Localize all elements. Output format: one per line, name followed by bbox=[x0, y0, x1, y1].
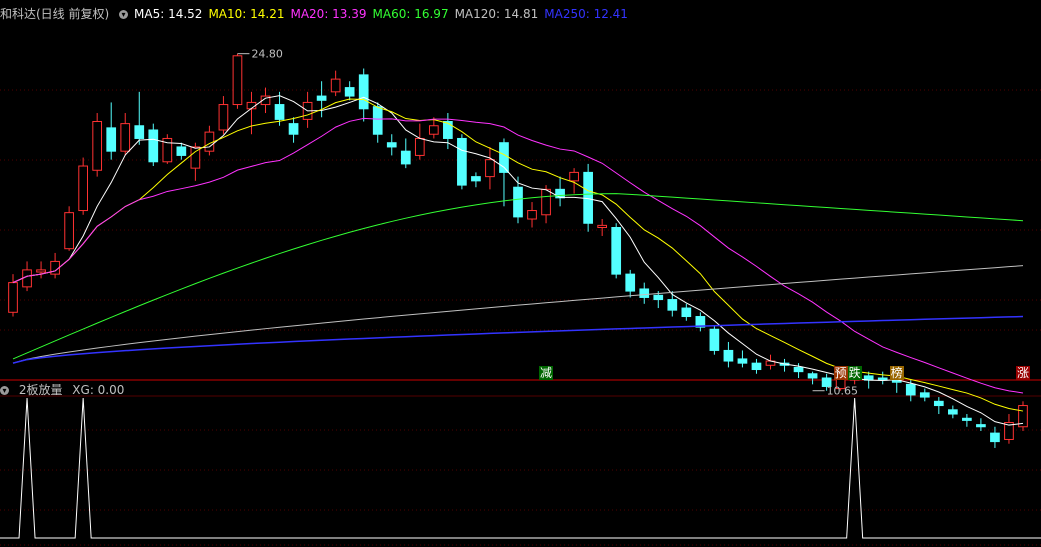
candle-body bbox=[597, 224, 608, 228]
candle-body bbox=[176, 146, 187, 156]
candle-body bbox=[569, 171, 579, 182]
candle-body bbox=[78, 165, 88, 212]
signal-tag: 涨 bbox=[1015, 366, 1030, 380]
candle-body bbox=[120, 123, 131, 152]
candle-body bbox=[905, 383, 916, 396]
stock-title: 和科达(日线 前复权) bbox=[0, 7, 110, 21]
low-price-label: 10.65 bbox=[827, 385, 859, 398]
candle-body bbox=[919, 392, 930, 398]
candle-body bbox=[611, 226, 622, 275]
candle-body bbox=[990, 432, 1000, 443]
candle-body bbox=[148, 129, 159, 163]
candle-body bbox=[681, 307, 692, 318]
candle-body bbox=[653, 294, 664, 301]
indicator-header: ▾ 2板放量 XG: 0.00 bbox=[0, 382, 130, 398]
candle-body bbox=[807, 373, 818, 379]
candle-body bbox=[667, 299, 678, 311]
candle-body bbox=[471, 176, 481, 182]
candle-body bbox=[134, 125, 145, 139]
candle-body bbox=[948, 409, 958, 415]
candle-body bbox=[877, 377, 888, 381]
candle-body bbox=[457, 137, 467, 186]
candle-body bbox=[372, 106, 383, 135]
kline-chart-canvas[interactable]: 24.80 10.65 bbox=[0, 0, 1041, 547]
candle-body bbox=[106, 127, 117, 152]
indicator-xg-value: XG: 0.00 bbox=[72, 383, 125, 397]
ma-legend-item: MA10: 14.21 bbox=[208, 7, 285, 21]
ma-legend-item: MA5: 14.52 bbox=[134, 7, 203, 21]
ma-legend-item: MA60: 16.97 bbox=[372, 7, 449, 21]
ma-legend-item: MA250: 12.41 bbox=[544, 7, 628, 21]
indicator-settings-icon[interactable]: ▾ bbox=[0, 386, 9, 395]
candle-body bbox=[400, 150, 411, 165]
candle-body bbox=[218, 104, 229, 131]
candle-body bbox=[386, 142, 397, 148]
signal-tag: 跌 bbox=[847, 366, 862, 380]
candle-body bbox=[204, 131, 215, 152]
candle-body bbox=[428, 125, 439, 135]
candle-body bbox=[793, 366, 804, 373]
candle-body bbox=[344, 87, 355, 97]
candle-body bbox=[92, 121, 103, 171]
candle-body bbox=[316, 95, 327, 101]
signal-tag: 榜 bbox=[889, 366, 904, 380]
candle-body bbox=[232, 55, 243, 106]
candle-body bbox=[639, 288, 650, 298]
ma-legend: ▾ MA5: 14.52 MA10: 14.21 MA20: 13.39 MA60: 1… bbox=[119, 7, 634, 21]
candle-body bbox=[583, 171, 593, 224]
indicator-title: 2板放量 bbox=[18, 383, 63, 397]
candle-body bbox=[751, 362, 762, 371]
candle-body bbox=[8, 282, 18, 313]
candle-body bbox=[36, 269, 46, 273]
candle-body bbox=[288, 123, 299, 135]
candle-body bbox=[962, 417, 972, 421]
candle-body bbox=[330, 78, 341, 93]
candle-body bbox=[358, 74, 369, 110]
candle-body bbox=[541, 188, 551, 216]
candle-body bbox=[555, 188, 565, 199]
high-price-label: 24.80 bbox=[251, 48, 283, 61]
candle-body bbox=[709, 328, 720, 351]
candle-body bbox=[64, 212, 74, 250]
ma-legend-item: MA20: 13.39 bbox=[290, 7, 367, 21]
candle-body bbox=[513, 186, 523, 218]
signal-tag: 预 bbox=[833, 366, 848, 380]
xg-signal-line bbox=[0, 397, 1041, 539]
candle-body bbox=[22, 269, 32, 288]
candle-body bbox=[976, 424, 986, 428]
signal-tag: 减 bbox=[539, 366, 554, 380]
candle-body bbox=[414, 137, 425, 156]
main-chart-header: 和科达(日线 前复权) ▾ MA5: 14.52 MA10: 14.21 MA20: … bbox=[0, 6, 640, 22]
ma-settings-icon[interactable]: ▾ bbox=[119, 10, 129, 19]
candle-body bbox=[723, 349, 734, 362]
ma-legend-item: MA120: 14.81 bbox=[454, 7, 539, 21]
candle-body bbox=[625, 273, 636, 292]
candle-body bbox=[485, 159, 495, 178]
candle-body bbox=[274, 104, 285, 120]
candle-body bbox=[443, 121, 453, 139]
candle-body bbox=[527, 210, 537, 220]
candle-body bbox=[737, 358, 748, 364]
candle-body bbox=[933, 400, 944, 407]
